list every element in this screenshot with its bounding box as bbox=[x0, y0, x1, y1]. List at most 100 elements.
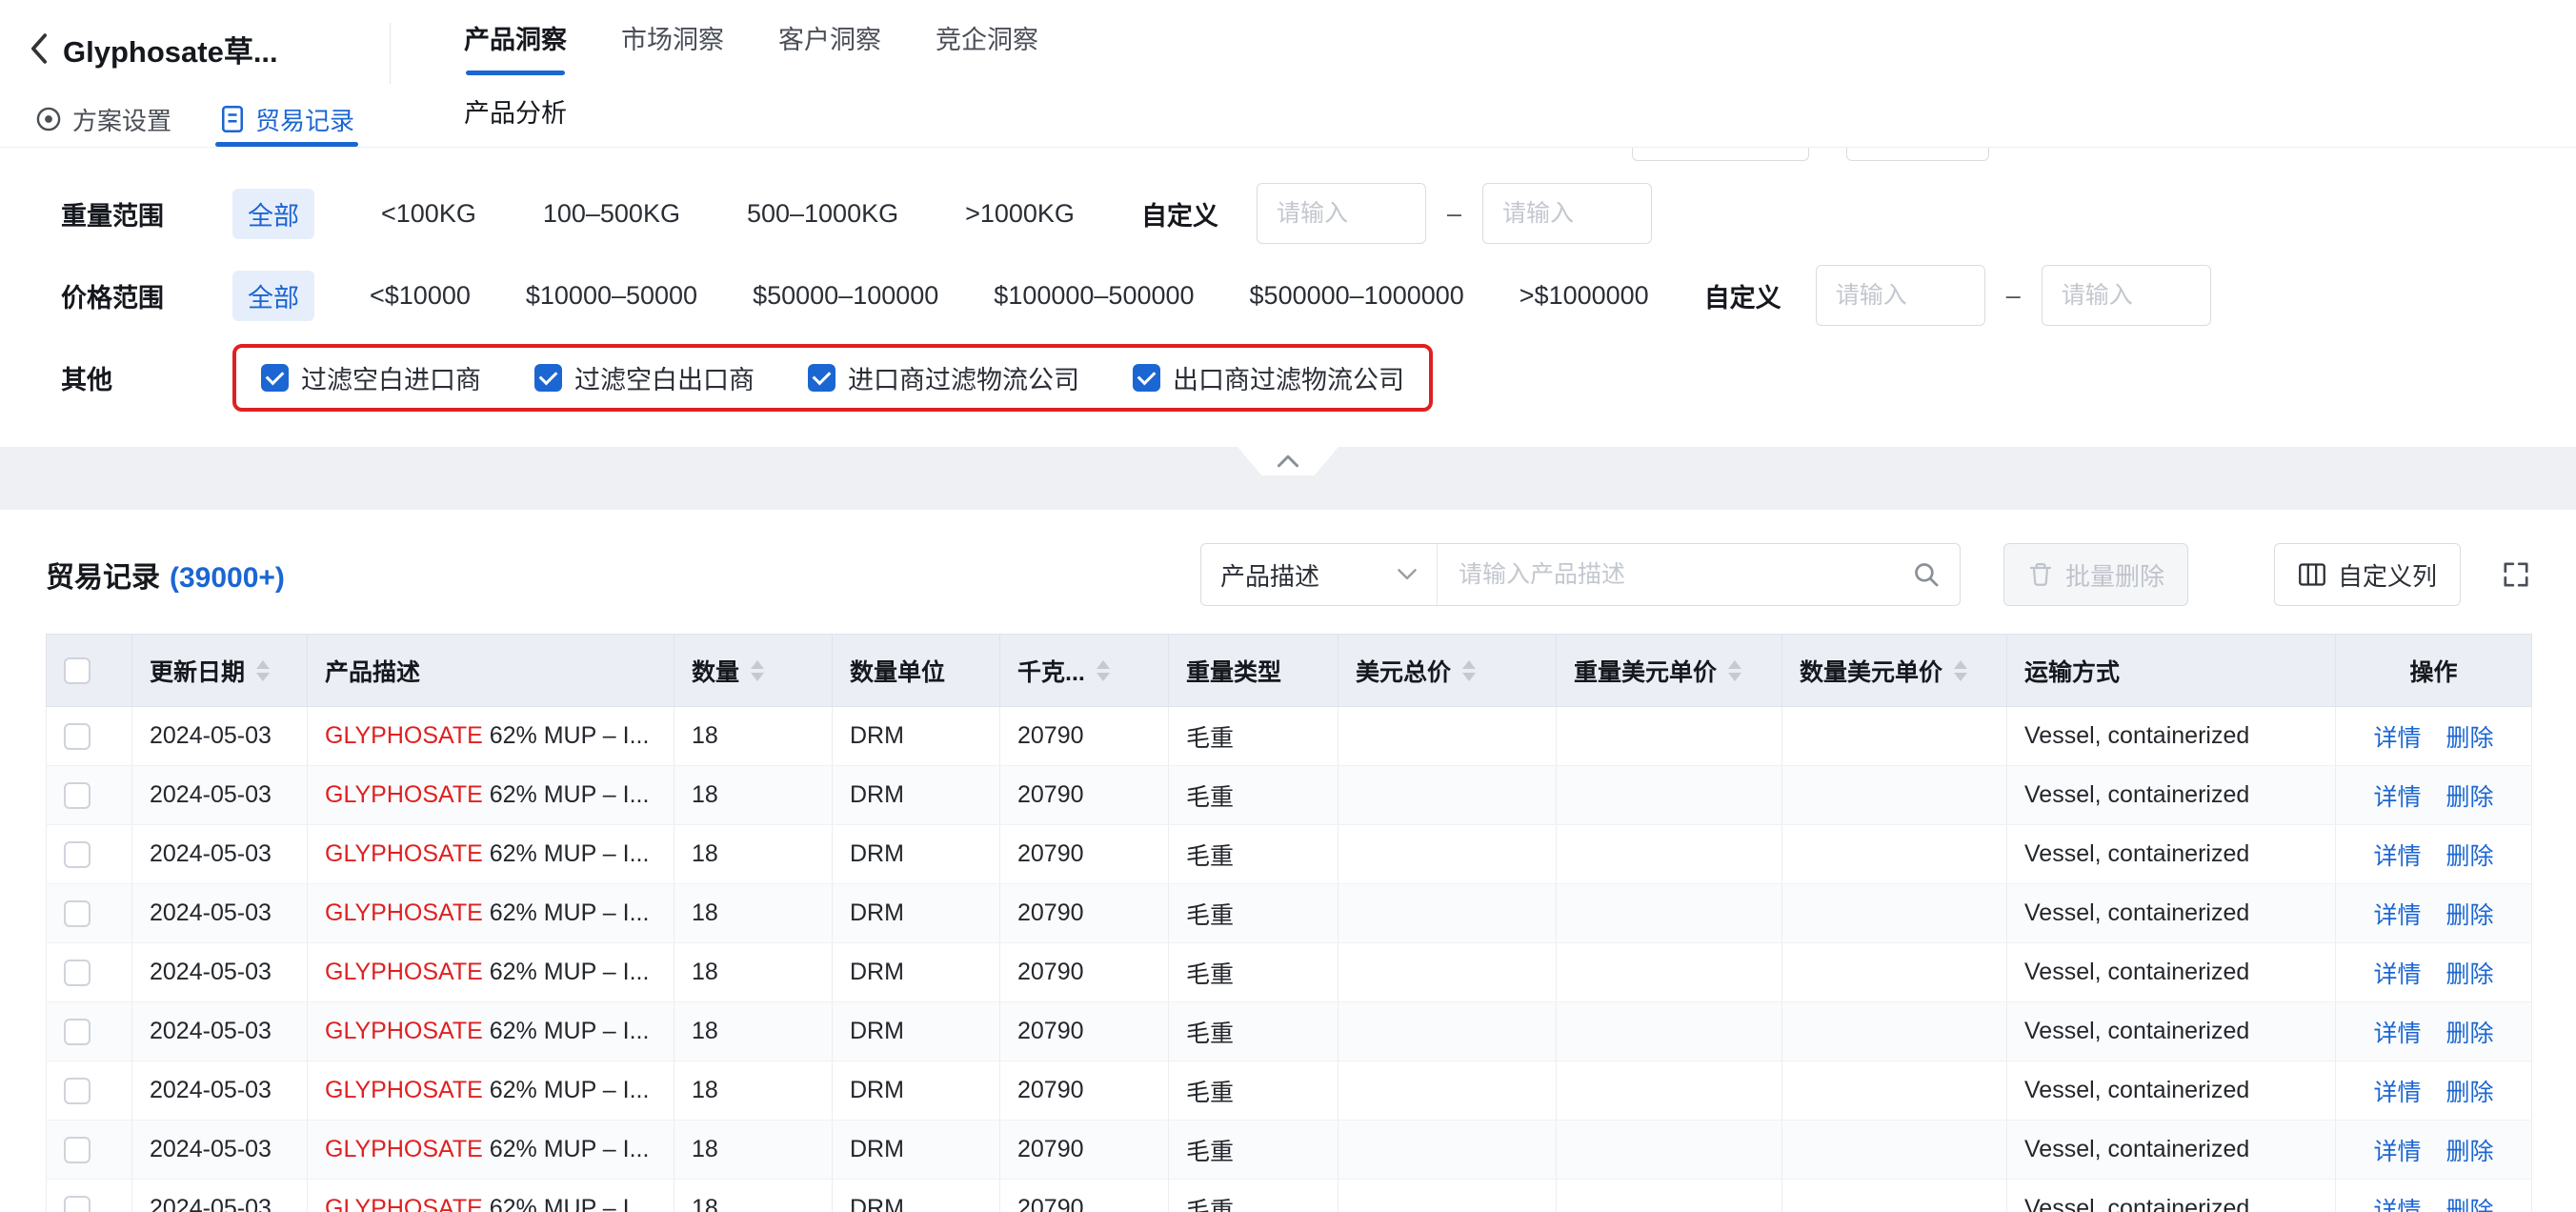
sort-icon[interactable] bbox=[1728, 660, 1741, 681]
price-option-5[interactable]: $500000–1000000 bbox=[1250, 281, 1464, 311]
cell-quantity-unit: DRM bbox=[833, 1061, 1000, 1121]
sort-icon[interactable] bbox=[1462, 660, 1476, 681]
weight-min-input[interactable] bbox=[1257, 183, 1426, 244]
cell-quantity-unit: DRM bbox=[833, 943, 1000, 1002]
cell-update-date: 2024-05-03 bbox=[132, 943, 308, 1002]
cell-usd-per-weight bbox=[1557, 825, 1782, 884]
tab-product-analysis[interactable]: 产品分析 bbox=[464, 92, 567, 130]
weight-option-500-1000[interactable]: 500–1000KG bbox=[747, 199, 898, 229]
cell-update-date: 2024-05-03 bbox=[132, 1121, 308, 1180]
tab-customer-insight[interactable]: 客户洞察 bbox=[778, 0, 881, 75]
search-field-select[interactable]: 产品描述 bbox=[1201, 544, 1438, 605]
cell-weight-type: 毛重 bbox=[1169, 766, 1338, 825]
row-checkbox[interactable] bbox=[64, 960, 91, 986]
cell-kilograms: 20790 bbox=[1000, 1121, 1169, 1180]
delete-link[interactable]: 删除 bbox=[2446, 1139, 2494, 1165]
cell-usd-per-quantity bbox=[1782, 766, 2007, 825]
checkbox-filter-blank-importer[interactable]: 过滤空白进口商 bbox=[261, 359, 481, 396]
filter-panel: 重量范围 全部 <100KG 100–500KG 500–1000KG >100… bbox=[0, 148, 2576, 447]
cell-quantity: 18 bbox=[674, 707, 833, 766]
cell-update-date: 2024-05-03 bbox=[132, 825, 308, 884]
delete-link[interactable]: 删除 bbox=[2446, 902, 2494, 929]
cell-quantity-unit: DRM bbox=[833, 1180, 1000, 1212]
price-option-4[interactable]: $100000–500000 bbox=[994, 281, 1194, 311]
row-checkbox[interactable] bbox=[64, 1019, 91, 1045]
cutoff-button[interactable] bbox=[1846, 148, 1989, 161]
cell-usd-total bbox=[1338, 707, 1557, 766]
cutoff-button[interactable] bbox=[1632, 148, 1809, 161]
cell-product-description: GLYPHOSATE 62% MUP – I... bbox=[308, 1002, 674, 1061]
price-option-1[interactable]: <$10000 bbox=[370, 281, 471, 311]
checkbox-exporter-filter-logistics[interactable]: 出口商过滤物流公司 bbox=[1133, 359, 1404, 396]
delete-link[interactable]: 删除 bbox=[2446, 961, 2494, 988]
delete-link[interactable]: 删除 bbox=[2446, 725, 2494, 752]
row-checkbox[interactable] bbox=[64, 1078, 91, 1104]
cell-transport-mode: Vessel, containerized bbox=[2007, 707, 2336, 766]
fullscreen-icon[interactable] bbox=[2501, 559, 2531, 590]
weight-option-all[interactable]: 全部 bbox=[232, 189, 314, 239]
weight-option-gt1000[interactable]: >1000KG bbox=[965, 199, 1075, 229]
detail-link[interactable]: 详情 bbox=[2373, 1198, 2421, 1212]
price-option-6[interactable]: >$1000000 bbox=[1519, 281, 1649, 311]
subnav-item-plan-settings[interactable]: 方案设置 bbox=[30, 91, 175, 147]
delete-link[interactable]: 删除 bbox=[2446, 843, 2494, 870]
price-option-all[interactable]: 全部 bbox=[232, 271, 314, 321]
detail-link[interactable]: 详情 bbox=[2373, 902, 2421, 929]
subnav-item-trade-records[interactable]: 贸易记录 bbox=[215, 91, 358, 147]
collapse-filter-tab[interactable] bbox=[1238, 447, 1338, 475]
tab-competitor-insight[interactable]: 竞企洞察 bbox=[936, 0, 1038, 75]
cell-product-description: GLYPHOSATE 62% MUP – I... bbox=[308, 1121, 674, 1180]
cell-actions: 详情删除 bbox=[2336, 1121, 2532, 1180]
weight-max-input[interactable] bbox=[1482, 183, 1652, 244]
price-min-input[interactable] bbox=[1816, 265, 1985, 326]
select-all-checkbox[interactable] bbox=[64, 657, 91, 684]
tab-product-insight[interactable]: 产品洞察 bbox=[464, 0, 567, 75]
row-checkbox[interactable] bbox=[64, 723, 91, 750]
detail-link[interactable]: 详情 bbox=[2373, 961, 2421, 988]
row-checkbox[interactable] bbox=[64, 841, 91, 868]
delete-link[interactable]: 删除 bbox=[2446, 1020, 2494, 1047]
sort-icon[interactable] bbox=[256, 660, 270, 681]
product-description-search-input[interactable] bbox=[1457, 560, 1901, 590]
row-checkbox-cell bbox=[47, 1061, 132, 1121]
price-option-3[interactable]: $50000–100000 bbox=[753, 281, 938, 311]
detail-link[interactable]: 详情 bbox=[2373, 1080, 2421, 1106]
row-checkbox[interactable] bbox=[64, 1196, 91, 1212]
delete-link[interactable]: 删除 bbox=[2446, 1080, 2494, 1106]
table-row: 2024-05-03 GLYPHOSATE 62% MUP – I... 18 … bbox=[47, 707, 2532, 766]
search-icon[interactable] bbox=[1912, 560, 1941, 589]
delete-link[interactable]: 删除 bbox=[2446, 784, 2494, 811]
row-checkbox[interactable] bbox=[64, 1137, 91, 1163]
chevron-down-icon bbox=[1397, 568, 1418, 581]
detail-link[interactable]: 详情 bbox=[2373, 784, 2421, 811]
search-group: 产品描述 bbox=[1200, 543, 1961, 606]
back-icon[interactable] bbox=[27, 32, 51, 65]
row-checkbox[interactable] bbox=[64, 900, 91, 927]
sort-icon[interactable] bbox=[751, 660, 764, 681]
weight-option-100-500[interactable]: 100–500KG bbox=[543, 199, 680, 229]
cell-usd-per-weight bbox=[1557, 766, 1782, 825]
cell-quantity: 18 bbox=[674, 1002, 833, 1061]
tab-market-insight[interactable]: 市场洞察 bbox=[621, 0, 724, 75]
cell-actions: 详情删除 bbox=[2336, 707, 2532, 766]
checkbox-importer-filter-logistics[interactable]: 进口商过滤物流公司 bbox=[808, 359, 1079, 396]
detail-link[interactable]: 详情 bbox=[2373, 1020, 2421, 1047]
custom-columns-button[interactable]: 自定义列 bbox=[2274, 543, 2461, 606]
sort-icon[interactable] bbox=[1097, 660, 1110, 681]
weight-option-lt100[interactable]: <100KG bbox=[381, 199, 476, 229]
cell-actions: 详情删除 bbox=[2336, 825, 2532, 884]
cell-product-description: GLYPHOSATE 62% MUP – I... bbox=[308, 1061, 674, 1121]
detail-link[interactable]: 详情 bbox=[2373, 843, 2421, 870]
checkbox-filter-blank-exporter[interactable]: 过滤空白出口商 bbox=[534, 359, 755, 396]
batch-delete-button[interactable]: 批量删除 bbox=[2003, 543, 2188, 606]
cell-actions: 详情删除 bbox=[2336, 1061, 2532, 1121]
delete-link[interactable]: 删除 bbox=[2446, 1198, 2494, 1212]
price-max-input[interactable] bbox=[2042, 265, 2211, 326]
detail-link[interactable]: 详情 bbox=[2373, 1139, 2421, 1165]
detail-link[interactable]: 详情 bbox=[2373, 725, 2421, 752]
price-custom-label: 自定义 bbox=[1704, 277, 1781, 314]
price-option-2[interactable]: $10000–50000 bbox=[526, 281, 697, 311]
sort-icon[interactable] bbox=[1954, 660, 1967, 681]
row-checkbox[interactable] bbox=[64, 782, 91, 809]
cell-weight-type: 毛重 bbox=[1169, 1061, 1338, 1121]
